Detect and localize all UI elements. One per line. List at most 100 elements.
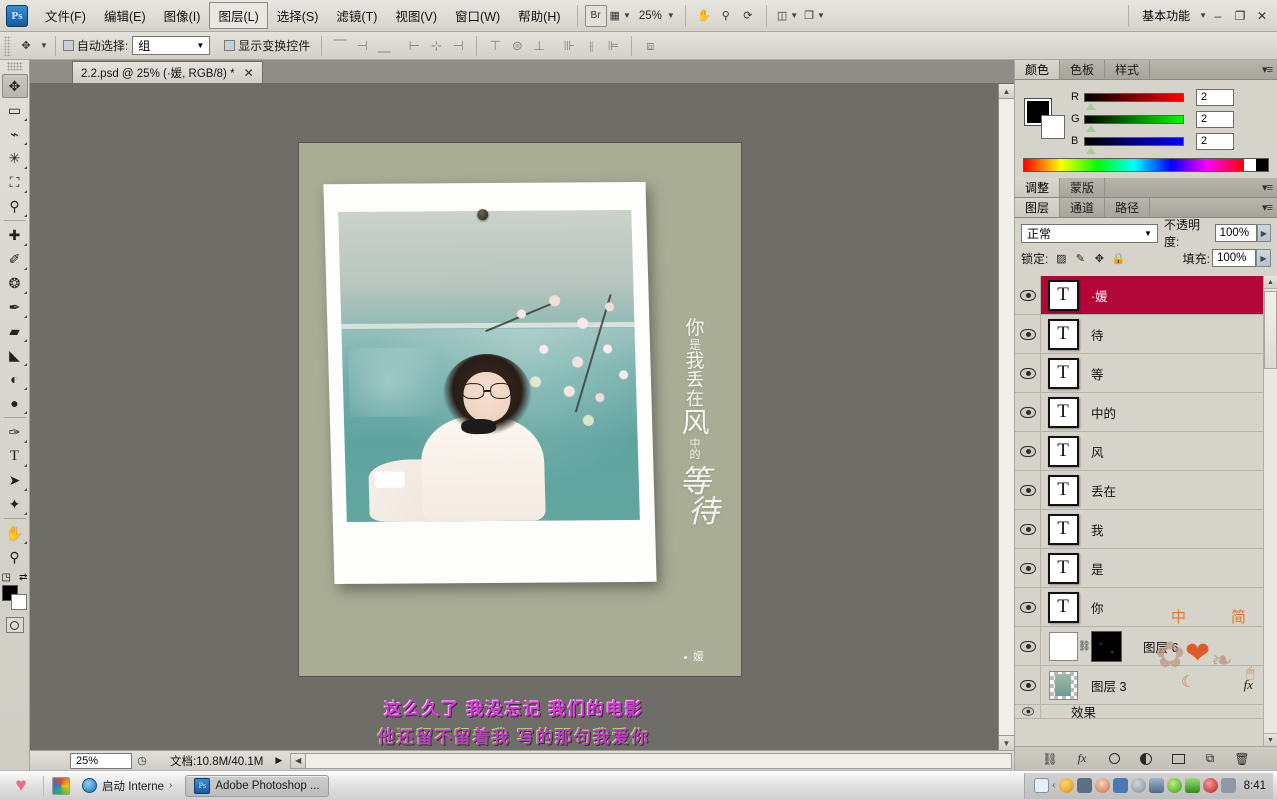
table-row[interactable]: T 等 xyxy=(1015,354,1263,393)
spectrum-gradient[interactable] xyxy=(1024,159,1244,171)
tray-guard-icon[interactable] xyxy=(1184,778,1200,793)
canvas-viewport[interactable]: 你 是 我 丢 在 风 中 的 等 待 媛 这么久了 我没忘记 我们的电影 他还… xyxy=(30,84,998,750)
lock-all-icon[interactable]: 🔒 xyxy=(1110,250,1126,266)
slider-thumb-g[interactable] xyxy=(1086,124,1096,132)
workspace-selector[interactable]: 基本功能 xyxy=(1136,7,1196,24)
table-row[interactable]: T 你 xyxy=(1015,588,1263,627)
distribute-left-button[interactable]: ⊪ xyxy=(559,36,579,56)
tab-color[interactable]: 颜色 xyxy=(1015,60,1061,79)
new-layer-icon[interactable]: ⧉ xyxy=(1201,751,1219,767)
tools-grip[interactable] xyxy=(6,62,23,71)
adjustment-layer-icon[interactable] xyxy=(1137,751,1155,767)
start-button[interactable]: ♥ xyxy=(4,773,38,799)
active-tool-icon[interactable]: ✥ xyxy=(15,35,37,57)
menu-help[interactable]: 帮助(H) xyxy=(509,2,569,29)
layer-thumbnail-cell[interactable]: T xyxy=(1041,474,1085,506)
canvas-horizontal-scrollbar[interactable]: ◀ xyxy=(290,752,1012,769)
tool-brush[interactable]: ✐ xyxy=(2,247,28,271)
vertical-poem[interactable]: 你 是 我 丢 在 风 中 的 等 待 xyxy=(674,319,720,529)
table-row[interactable]: T 是 xyxy=(1015,549,1263,588)
menu-file[interactable]: 文件(F) xyxy=(36,2,95,29)
table-row[interactable]: T 丢在 xyxy=(1015,471,1263,510)
layer-mask-thumbnail[interactable] xyxy=(1091,630,1122,662)
artboard[interactable]: 你 是 我 丢 在 风 中 的 等 待 媛 xyxy=(299,143,741,676)
layer-visibility-toggle[interactable] xyxy=(1015,393,1041,431)
tool-magic-wand[interactable]: ✳ xyxy=(2,146,28,170)
quick-launch-icon[interactable] xyxy=(52,776,70,795)
tool-clone-stamp[interactable]: ❂ xyxy=(2,271,28,295)
tool-pen[interactable]: ✑ xyxy=(2,420,28,444)
quick-mask-button[interactable] xyxy=(5,617,24,633)
tab-styles[interactable]: 样式 xyxy=(1105,60,1151,79)
panel-menu-icon[interactable]: ▾≡ xyxy=(1262,201,1273,214)
table-row[interactable]: T 我 xyxy=(1015,510,1263,549)
layer-effects-icon[interactable]: fx xyxy=(1244,677,1253,693)
scroll-down-icon[interactable]: ▼ xyxy=(999,735,1014,750)
layer-thumbnail-cell[interactable]: T xyxy=(1041,591,1085,623)
tool-hand[interactable]: ✋ xyxy=(2,521,28,545)
tray-network-icon[interactable] xyxy=(1076,778,1092,793)
tray-ime-icon[interactable] xyxy=(1034,778,1050,793)
align-vertical-centers-button[interactable]: ⊣ xyxy=(352,36,372,56)
distribute-bottom-button[interactable]: ⊥ xyxy=(529,36,549,56)
menu-view[interactable]: 视图(V) xyxy=(386,2,446,29)
status-zoom-field[interactable]: 25% xyxy=(70,752,132,769)
layer-visibility-toggle[interactable] xyxy=(1015,432,1041,470)
spectrum-white[interactable] xyxy=(1244,159,1256,171)
layer-thumbnail-cell[interactable]: ⛓ xyxy=(1041,630,1137,662)
align-top-edges-button[interactable]: ⎺ xyxy=(330,36,350,56)
color-spectrum-ramp[interactable] xyxy=(1023,158,1269,172)
tool-gradient[interactable]: ◣ xyxy=(2,343,28,367)
tab-masks[interactable]: 蒙版 xyxy=(1060,178,1106,197)
tool-eyedropper[interactable]: ⚲ xyxy=(2,194,28,218)
align-bottom-edges-button[interactable]: ⎽ xyxy=(374,36,394,56)
scroll-up-icon[interactable]: ▲ xyxy=(1264,276,1277,289)
panel-color-swatches[interactable] xyxy=(1023,98,1065,139)
auto-align-layers-button[interactable]: ⧈ xyxy=(640,36,660,56)
document-tab[interactable]: 2.2.psd @ 25% (·媛, RGB/8) * ✕ xyxy=(72,61,263,83)
close-button[interactable]: ✕ xyxy=(1251,6,1273,26)
table-row[interactable]: T ·媛 xyxy=(1015,276,1263,315)
tray-opera-icon[interactable] xyxy=(1202,778,1218,793)
fill-stepper[interactable]: ▶ xyxy=(1256,249,1271,267)
align-right-edges-button[interactable]: ⊣ xyxy=(448,36,468,56)
layer-visibility-toggle[interactable] xyxy=(1015,354,1041,392)
slider-track-r[interactable] xyxy=(1084,92,1184,110)
layer-visibility-toggle[interactable] xyxy=(1015,666,1041,704)
canvas-vertical-scrollbar[interactable]: ▲ ▼ xyxy=(998,84,1014,750)
table-row[interactable]: 效果 xyxy=(1015,705,1263,720)
panel-menu-icon[interactable]: ▾≡ xyxy=(1262,181,1273,194)
layer-thumbnail-cell[interactable]: T xyxy=(1041,357,1085,389)
layer-thumbnail-cell[interactable]: T xyxy=(1041,318,1085,350)
background-color-swatch[interactable] xyxy=(10,594,27,610)
table-row[interactable]: 图层 3 fx xyxy=(1015,666,1263,705)
slider-thumb-b[interactable] xyxy=(1086,146,1096,154)
layer-visibility-toggle[interactable] xyxy=(1015,705,1041,718)
show-transform-checkbox[interactable] xyxy=(224,40,236,51)
fx-icon[interactable]: fx xyxy=(1073,751,1091,767)
tool-move[interactable]: ✥ xyxy=(1,74,28,98)
slider-value-r[interactable]: 2 xyxy=(1196,88,1234,106)
lock-transparent-pixels-icon[interactable]: ▨ xyxy=(1053,250,1069,266)
layer-thumbnail-cell[interactable]: T xyxy=(1041,513,1085,545)
tool-shape[interactable]: ✦ xyxy=(2,492,28,516)
tray-shield-green-icon[interactable] xyxy=(1166,778,1182,793)
tool-path-selection[interactable]: ➤ xyxy=(2,468,28,492)
table-row[interactable]: T 风 xyxy=(1015,432,1263,471)
tool-healing-brush[interactable]: ✚ xyxy=(2,223,28,247)
tool-type[interactable]: T xyxy=(2,444,28,468)
screen-mode-button[interactable]: ❐ ▼ xyxy=(801,5,828,27)
layer-visibility-toggle[interactable] xyxy=(1015,588,1041,626)
tray-download-icon[interactable] xyxy=(1058,778,1074,793)
distribute-vcenter-button[interactable]: ⊜ xyxy=(507,36,527,56)
layer-visibility-toggle[interactable] xyxy=(1015,627,1041,665)
layer-thumbnail-cell[interactable]: T xyxy=(1041,279,1085,311)
panel-menu-icon[interactable]: ▾≡ xyxy=(1262,63,1273,76)
rotate-view-button[interactable]: ⟳ xyxy=(737,5,759,27)
task-internet-explorer[interactable]: 启动 Interne › xyxy=(73,775,181,797)
restore-button[interactable]: ❐ xyxy=(1229,6,1251,26)
panel-background-swatch[interactable] xyxy=(1041,115,1065,139)
hand-tool-button[interactable]: ✋ xyxy=(693,5,715,27)
lock-position-icon[interactable]: ✥ xyxy=(1091,250,1107,266)
tray-expand-icon[interactable]: ‹ xyxy=(1052,780,1055,791)
